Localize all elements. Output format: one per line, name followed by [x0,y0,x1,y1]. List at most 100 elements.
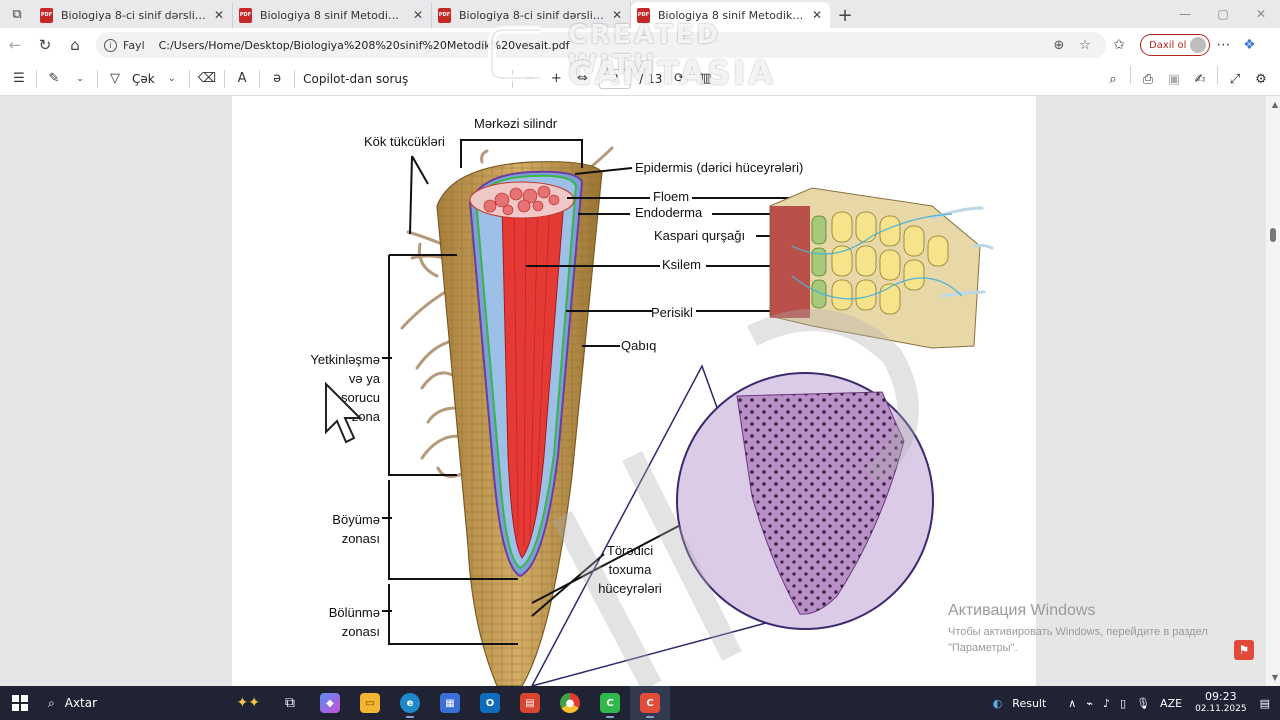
page-number-input[interactable]: 2 [599,68,632,89]
back-icon[interactable]: ← [0,30,30,60]
chevron-down-icon[interactable]: ⌄ [67,66,93,92]
new-tab-button[interactable]: + [830,2,860,28]
page-view-icon[interactable]: ▥ [692,66,718,92]
battery-icon[interactable]: ▯ [1115,697,1131,710]
pdf-icon: PDF [438,7,451,23]
clock[interactable]: 09:23 02.11.2025 [1187,690,1255,716]
rotate-icon[interactable]: ⟳ [666,66,692,92]
divider [97,69,98,88]
copilot-app-icon[interactable]: ◆ [310,686,350,720]
save-as-icon[interactable]: ✍ [1187,66,1213,92]
volume-icon[interactable]: ♪ [1098,697,1115,710]
windows-activation-notice: Активация Windows Чтобы активировать Win… [948,602,1208,656]
tab-1[interactable]: PDF Biologiya 8-ci sinif dərslik I hissə… [34,2,233,28]
info-icon[interactable]: i [104,38,117,52]
weather-label[interactable]: Result [1007,697,1051,710]
more-menu-icon[interactable]: ⋯ [1210,37,1236,53]
fullscreen-icon[interactable]: ⤢ [1222,66,1248,92]
file-explorer-icon[interactable]: ▭ [350,686,390,720]
reload-icon[interactable]: ↻ [30,30,60,60]
start-button[interactable] [0,686,40,720]
zoom-out-button[interactable]: − [517,66,543,92]
windows-logo-icon [12,695,28,711]
draw-icon[interactable]: ▽ [102,66,128,92]
activation-title: Активация Windows [948,602,1096,619]
chevron-up-icon[interactable]: ∧ [1063,697,1081,710]
highlight-icon[interactable]: ✎ [41,66,67,92]
store-icon[interactable]: ▦ [430,686,470,720]
outlook-icon[interactable]: O [470,686,510,720]
copilot-icon[interactable]: ❖ [1236,37,1262,53]
activation-line-2: "Параметры". [948,642,1018,654]
scroll-up-icon[interactable]: ▲ [1272,100,1278,109]
tab-close-icon[interactable]: ✕ [411,8,425,22]
weather-icon[interactable]: ◐ [988,697,1008,710]
translate-icon[interactable]: ə [264,66,290,92]
label-epidermis: Epidermis (dərici hüceyrələri) [635,160,804,175]
read-aloud-icon[interactable]: A [229,66,255,92]
pdf-viewer[interactable]: Mərkəzi silindr Kök tükcükləri Epidermis… [0,96,1280,686]
clock-time: 09:23 [1204,690,1237,703]
label-pericycle: Perisikl [651,305,693,320]
favorite-star-icon[interactable]: ☆ [1072,38,1098,53]
chrome-icon[interactable]: ● [550,686,590,720]
settings-gear-icon[interactable]: ⚙ [1248,66,1274,92]
copilot-ask-button[interactable]: Copilot-dan soruş [299,72,412,86]
zoom-in-button[interactable]: + [543,66,569,92]
system-tray: ◐ Result ∧ ⌁ ♪ ▯ 🎙 AZE 09:23 02.11.2025 … [988,686,1280,720]
tab-close-icon[interactable]: ✕ [610,8,624,22]
close-window-icon[interactable]: ✕ [1242,0,1280,28]
edge-browser-icon[interactable]: e [390,686,430,720]
print-icon[interactable]: ⎙ [1135,66,1161,92]
chevron-down-icon[interactable]: ⌄ [159,66,185,92]
label-root-hairs: Kök tükcükləri [364,134,445,149]
pdf-icon: PDF [40,7,53,23]
label-line: zonası [341,531,380,546]
home-icon[interactable]: ⌂ [60,30,90,60]
fit-page-icon[interactable]: ⇔ [569,66,595,92]
pdf-icon: PDF [239,7,252,23]
vertical-scrollbar[interactable]: ▲ ▼ [1266,96,1280,686]
zoom-icon[interactable]: ⊕ [1046,38,1072,53]
acrobat-icon[interactable]: ⚑ [1234,640,1254,660]
url-field[interactable]: i Fayl C:/Users/Home/Desktop/Biologiya%2… [96,32,1106,58]
language-indicator[interactable]: AZE [1155,697,1187,710]
task-view-icon[interactable]: ⧉ [270,686,310,720]
activation-line-1: Чтобы активировать Windows, перейдите в … [948,626,1208,638]
divider [224,69,226,88]
notifications-icon[interactable]: ▤ [1255,697,1280,710]
tab-4-active[interactable]: PDF Biologiya 8 sinif Metodik vesait.pdf… [631,2,830,28]
tab-close-icon[interactable]: ✕ [810,8,824,22]
tab-title: Biologiya 8-ci sinif dərslik I hissə.pdf [459,8,604,22]
login-button[interactable]: Daxil ol [1140,34,1211,56]
minimize-icon[interactable]: — [1166,0,1204,28]
tab-actions-icon[interactable]: ⧉ [0,0,34,28]
tab-close-icon[interactable]: ✕ [212,8,226,22]
microphone-icon[interactable]: 🎙 [1131,697,1155,710]
camtasia-app-icon[interactable]: C [590,686,630,720]
network-icon[interactable]: ⌁ [1081,697,1098,710]
label-central-cylinder: Mərkəzi silindr [474,116,558,131]
contents-icon[interactable]: ☰ [6,66,32,92]
label-endodermis: Endoderma [635,205,703,220]
divider [1130,66,1131,84]
eraser-icon[interactable]: ⌫ [194,66,220,92]
save-icon[interactable]: ▣ [1161,66,1187,92]
search-icon[interactable]: ⌕ [1100,66,1126,92]
label-line: Bölünmə [328,605,380,620]
divider [1217,66,1218,84]
label-line: Yetkinləşmə [310,352,380,367]
maximize-icon[interactable]: ▢ [1204,0,1242,28]
pdf-icon: PDF [637,7,650,23]
draw-button[interactable]: Çək [128,72,159,86]
tab-3[interactable]: PDF Biologiya 8-ci sinif dərslik I hissə… [432,2,631,28]
divider [512,69,514,88]
favorites-icon[interactable]: ✩ [1106,37,1132,53]
url-text[interactable]: C:/Users/Home/Desktop/Biologiya%208%20si… [159,39,1046,52]
scroll-thumb[interactable] [1270,228,1276,242]
scroll-down-icon[interactable]: ▼ [1272,673,1278,682]
pdf-app-icon[interactable]: ▤ [510,686,550,720]
taskbar-search[interactable]: ⌕ Axtar ✦✦ [40,686,270,720]
camtasia-recorder-icon[interactable]: C [630,686,670,720]
tab-2[interactable]: PDF Biologiya 8 sinif Metodik vesait.pdf… [233,2,432,28]
